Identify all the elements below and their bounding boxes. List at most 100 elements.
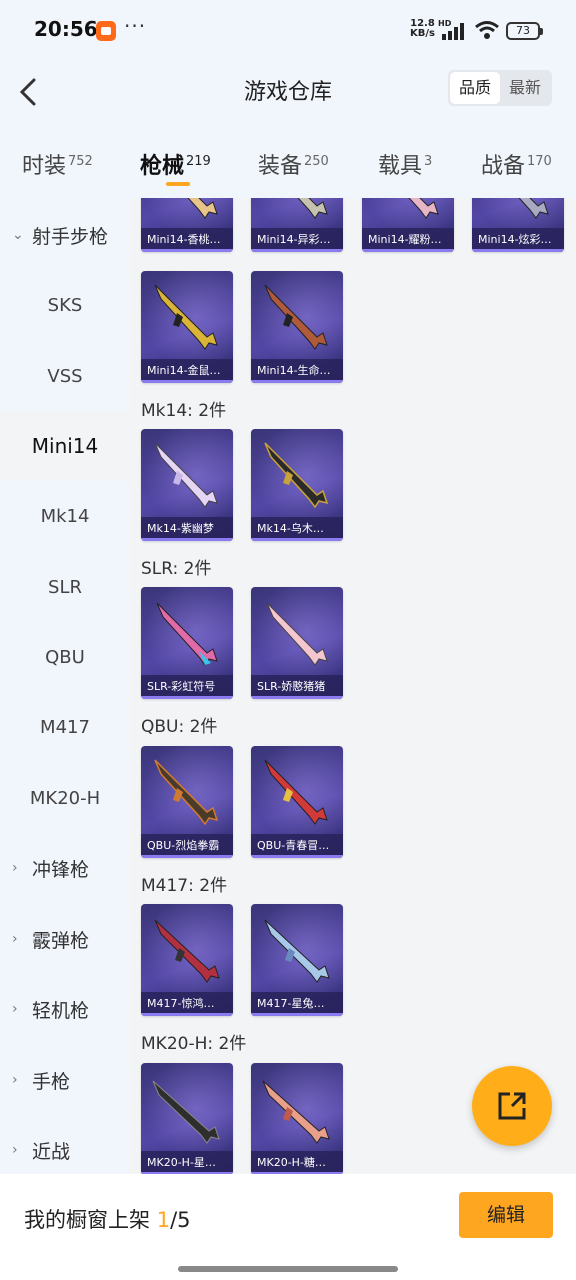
- share-button[interactable]: [472, 1066, 552, 1146]
- rarity-bar: [141, 538, 233, 541]
- skin-card[interactable]: QBU-烈焰拳霸: [141, 746, 233, 858]
- app-header: 游戏仓库 品质 最新: [0, 60, 576, 128]
- battery-icon: 73: [506, 22, 543, 40]
- screen-record-icon: [96, 21, 116, 41]
- sidebar-item-mini14[interactable]: Mini14: [0, 411, 130, 481]
- sort-option-newest[interactable]: 最新: [500, 72, 550, 104]
- sidebar-group-shotgun[interactable]: › 霰弹枪: [0, 904, 130, 974]
- rifle-icon: [154, 284, 218, 350]
- rarity-bar: [251, 538, 343, 541]
- section-title-qbu: QBU: 2件: [141, 717, 218, 737]
- shelf-suffix: /5: [170, 1208, 191, 1232]
- rarity-bar: [251, 855, 343, 858]
- skin-card[interactable]: MK20-H-糖…: [251, 1063, 343, 1174]
- sidebar-item-qbu[interactable]: QBU: [0, 622, 130, 692]
- rifle-icon: [408, 198, 439, 219]
- sidebar-item-slr[interactable]: SLR: [0, 552, 130, 622]
- sidebar-item-label: 霰弹枪: [32, 929, 90, 952]
- tab-fashion[interactable]: 时装 752: [22, 148, 93, 180]
- weapon-category-sidebar: ⌄ 射手步枪 SKS VSS Mini14 Mk14 SLR QBU M417 M…: [0, 198, 130, 1174]
- network-speed: 12.8 KB/s: [410, 19, 435, 39]
- skin-card[interactable]: Mk14-乌木…: [251, 429, 343, 541]
- tab-count: 3: [424, 153, 433, 169]
- rifle-icon: [264, 759, 328, 825]
- status-time: 20:56: [34, 17, 98, 41]
- skin-card[interactable]: SLR-彩虹符号: [141, 587, 233, 699]
- more-notifications-icon: ···: [124, 14, 147, 38]
- skin-card[interactable]: QBU-青春冒…: [251, 746, 343, 858]
- skin-grid: Mini14-香桃… Mini14-异彩… Mini14-耀粉… Mini14-…: [130, 198, 576, 1174]
- sort-toggle: 品质 最新: [448, 70, 552, 106]
- rarity-bar: [141, 249, 233, 252]
- rarity-bar: [141, 380, 233, 383]
- section-title-m417: M417: 2件: [141, 876, 228, 896]
- rifle-icon: [518, 198, 549, 219]
- sidebar-item-mk20h[interactable]: MK20-H: [0, 763, 130, 833]
- tab-firearms[interactable]: 枪械 219: [140, 148, 211, 180]
- skin-card[interactable]: Mini14-异彩…: [251, 198, 343, 252]
- sidebar-group-smg[interactable]: › 冲锋枪: [0, 833, 130, 903]
- network-speed-unit: KB/s: [410, 28, 435, 39]
- rarity-bar: [472, 249, 564, 252]
- rifle-icon: [264, 919, 330, 983]
- sidebar-item-sks[interactable]: SKS: [0, 270, 130, 340]
- sidebar-item-label: 轻机枪: [32, 999, 90, 1022]
- tab-count: 250: [304, 153, 329, 169]
- skin-card[interactable]: Mini14-炫彩…: [472, 198, 564, 252]
- chevron-down-icon: ⌄: [12, 227, 24, 243]
- tab-count: 170: [527, 153, 552, 169]
- tab-label: 装备: [258, 154, 303, 179]
- rifle-icon: [187, 198, 218, 219]
- skin-card[interactable]: Mini14-香桃…: [141, 198, 233, 252]
- section-title-mk20h: MK20-H: 2件: [141, 1034, 247, 1054]
- rifle-icon: [154, 759, 219, 826]
- sidebar-group-marksman[interactable]: ⌄ 射手步枪: [0, 200, 130, 270]
- active-tab-indicator: [166, 182, 190, 186]
- skin-name: MK20-H-星…: [141, 1151, 233, 1174]
- sidebar-item-mk14[interactable]: Mk14: [0, 481, 130, 551]
- skin-card[interactable]: SLR-娇憨猪猪: [251, 587, 343, 699]
- tab-equipment[interactable]: 装备 250: [258, 148, 329, 180]
- rarity-bar: [251, 249, 343, 252]
- home-indicator[interactable]: [178, 1266, 398, 1272]
- tab-count: 219: [186, 153, 211, 169]
- skin-card[interactable]: Mini14-生命…: [251, 271, 343, 383]
- tab-battle-gear[interactable]: 战备 170: [481, 148, 552, 180]
- edit-button[interactable]: 编辑: [459, 1192, 553, 1238]
- section-title-mk14: Mk14: 2件: [141, 401, 227, 421]
- signal-icon: [442, 23, 464, 40]
- rarity-bar: [141, 696, 233, 699]
- sort-option-quality[interactable]: 品质: [450, 72, 500, 104]
- sidebar-item-m417[interactable]: M417: [0, 692, 130, 762]
- rifle-icon: [262, 1080, 330, 1144]
- rarity-bar: [141, 855, 233, 858]
- sidebar-item-vss[interactable]: VSS: [0, 341, 130, 411]
- chevron-right-icon: ›: [12, 860, 18, 876]
- rifle-icon: [264, 284, 328, 350]
- sidebar-item-label: 射手步枪: [32, 225, 109, 248]
- tab-label: 枪械: [140, 154, 185, 179]
- rifle-icon: [154, 442, 218, 508]
- skin-card[interactable]: M417-星兔…: [251, 904, 343, 1016]
- rarity-bar: [251, 1013, 343, 1016]
- rifle-icon: [297, 198, 328, 219]
- skin-card[interactable]: Mini14-金鼠…: [141, 271, 233, 383]
- sidebar-group-pistol[interactable]: › 手枪: [0, 1045, 130, 1115]
- skin-card[interactable]: Mini14-耀粉…: [362, 198, 454, 252]
- sidebar-group-lmg[interactable]: › 轻机枪: [0, 974, 130, 1044]
- skin-card[interactable]: MK20-H-星…: [141, 1063, 233, 1174]
- rifle-icon: [152, 1080, 220, 1144]
- tab-label: 战备: [481, 154, 526, 179]
- section-title-slr: SLR: 2件: [141, 559, 212, 579]
- skin-card[interactable]: M417-惊鸿…: [141, 904, 233, 1016]
- chevron-right-icon: ›: [12, 1001, 18, 1017]
- tab-vehicles[interactable]: 载具 3: [378, 148, 432, 180]
- tab-count: 752: [68, 153, 93, 169]
- skin-name: MK20-H-糖…: [251, 1151, 343, 1174]
- showcase-shelf-count: 我的橱窗上架 1/5: [24, 1204, 191, 1234]
- skin-card[interactable]: Mk14-紫幽梦: [141, 429, 233, 541]
- rifle-icon: [266, 602, 328, 666]
- shelf-current: 1: [156, 1208, 171, 1232]
- bottom-bar: 我的橱窗上架 1/5 编辑: [0, 1174, 576, 1280]
- sidebar-group-melee[interactable]: › 近战: [0, 1115, 130, 1174]
